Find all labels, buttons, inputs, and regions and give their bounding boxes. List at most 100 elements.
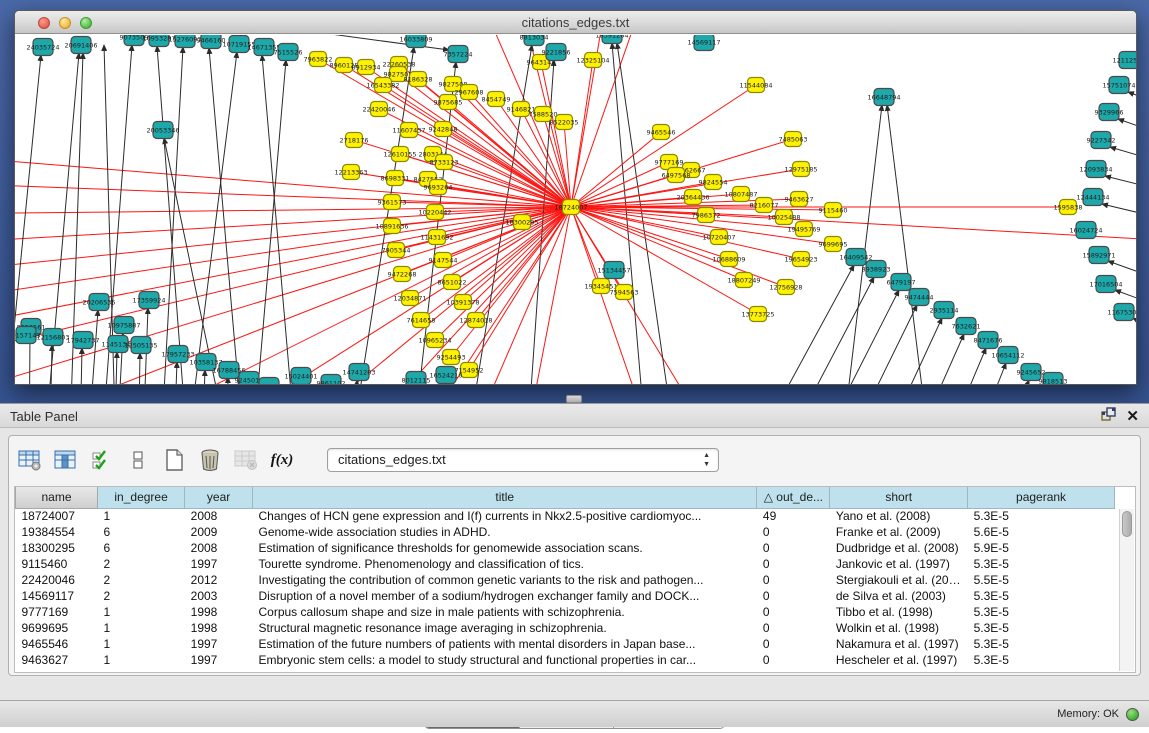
table-cell[interactable]: 5.3E-5 bbox=[968, 604, 1115, 620]
table-cell[interactable]: 0 bbox=[757, 540, 830, 556]
table-cell[interactable]: Tourette syndrome. Phenomenology and cla… bbox=[253, 556, 757, 572]
table-cell[interactable]: Tibbo et al. (1998) bbox=[830, 604, 968, 620]
graph-node[interactable]: 16024724 bbox=[1069, 222, 1102, 239]
table-cell[interactable]: 5.3E-5 bbox=[968, 636, 1115, 652]
table-settings-icon[interactable] bbox=[17, 447, 43, 473]
table-cell[interactable]: 18724007 bbox=[16, 508, 98, 524]
table-cell[interactable]: Dudbridge et al. (2008) bbox=[830, 540, 968, 556]
graph-node[interactable]: 12610155 bbox=[383, 147, 416, 162]
graph-node[interactable]: 10654112 bbox=[991, 347, 1024, 364]
graph-node[interactable]: 16033809 bbox=[399, 35, 432, 48]
table-cell[interactable]: Franke et al. (2009) bbox=[830, 524, 968, 540]
split-divider-handle[interactable] bbox=[566, 395, 582, 403]
citation-edge-black[interactable] bbox=[929, 380, 1029, 385]
table-cell[interactable]: Wolkin et al. (1998) bbox=[830, 620, 968, 636]
table-cell[interactable]: 2012 bbox=[185, 572, 253, 588]
table-row[interactable]: 977716911998Corpus callosum shape and si… bbox=[16, 604, 1115, 620]
graph-node[interactable]: 9472268 bbox=[388, 267, 417, 282]
graph-node[interactable]: 8698331 bbox=[381, 171, 410, 186]
citation-network-graph[interactable]: 7963822896012889129342226053898275058186… bbox=[15, 35, 1137, 385]
table-cell[interactable]: 0 bbox=[757, 588, 830, 604]
citation-edge-black[interactable] bbox=[173, 362, 177, 385]
graph-node[interactable]: 10720407 bbox=[702, 230, 735, 245]
table-cell[interactable]: 5.9E-5 bbox=[968, 540, 1115, 556]
citation-edge-black[interactable] bbox=[296, 384, 300, 385]
graph-node[interactable]: 9227342 bbox=[1087, 132, 1116, 149]
graph-node[interactable]: 13773725 bbox=[741, 307, 774, 322]
network-view-window[interactable]: citations_edges.txt 79638228960128891293… bbox=[14, 10, 1137, 385]
table-row[interactable]: 946554611997Estimation of the future num… bbox=[16, 636, 1115, 652]
table-cell[interactable]: 2008 bbox=[185, 508, 253, 524]
graph-node[interactable]: 12213363 bbox=[334, 165, 367, 180]
citation-edge-red[interactable] bbox=[435, 207, 571, 340]
table-cell[interactable]: Changes of HCN gene expression and I(f) … bbox=[253, 508, 757, 524]
table-cell[interactable]: 5.3E-5 bbox=[968, 652, 1115, 668]
graph-node[interactable]: 9699695 bbox=[819, 237, 848, 252]
graph-node[interactable]: 7905344 bbox=[382, 243, 411, 258]
table-selector-dropdown[interactable]: citations_edges.txt ▲▼ bbox=[327, 448, 719, 472]
table-cell[interactable]: Genome-wide association studies in ADHD. bbox=[253, 524, 757, 540]
graph-node[interactable]: 19495769 bbox=[787, 222, 820, 237]
table-cell[interactable]: Embryonic stem cells: a model to study s… bbox=[253, 652, 757, 668]
graph-node[interactable]: 9474444 bbox=[905, 289, 934, 306]
citation-edge-black[interactable] bbox=[1128, 92, 1137, 104]
graph-node[interactable]: 10965234 bbox=[418, 333, 451, 348]
table-cell[interactable]: Structural magnetic resonance image aver… bbox=[253, 620, 757, 636]
show-columns-icon[interactable] bbox=[53, 447, 79, 473]
table-cell[interactable]: 1 bbox=[98, 636, 185, 652]
graph-node[interactable]: 9824554 bbox=[699, 175, 728, 190]
table-cell[interactable]: 5.3E-5 bbox=[968, 620, 1115, 636]
table-cell[interactable]: 1 bbox=[98, 604, 185, 620]
graph-node[interactable]: 20691406 bbox=[64, 37, 97, 54]
table-cell[interactable]: 9115460 bbox=[16, 556, 98, 572]
graph-node[interactable]: 8471676 bbox=[974, 332, 1003, 349]
table-cell[interactable]: 5.5E-5 bbox=[968, 572, 1115, 588]
table-cell[interactable]: Corpus callosum shape and size in male p… bbox=[253, 604, 757, 620]
graph-node[interactable]: 9254493 bbox=[437, 350, 466, 365]
citation-edge-black[interactable] bbox=[201, 370, 205, 385]
table-cell[interactable]: 1 bbox=[98, 508, 185, 524]
table-cell[interactable]: Stergiakouli et al. (2012) bbox=[830, 572, 968, 588]
citation-edge-black[interactable] bbox=[879, 348, 986, 385]
table-cell[interactable]: 0 bbox=[757, 572, 830, 588]
table-cell[interactable]: Investigating the contribution of common… bbox=[253, 572, 757, 588]
graph-node[interactable]: 18300295 bbox=[505, 215, 538, 230]
table-cell[interactable]: 18300295 bbox=[16, 540, 98, 556]
graph-node[interactable]: 24035724 bbox=[26, 39, 59, 56]
citation-edge-black[interactable] bbox=[262, 55, 309, 385]
close-panel-icon[interactable]: ✕ bbox=[1126, 409, 1139, 425]
citation-edge-black[interactable] bbox=[887, 105, 951, 385]
column-header-pagerank[interactable]: pagerank bbox=[968, 487, 1115, 508]
graph-node[interactable]: 15751074 bbox=[1102, 77, 1135, 94]
new-table-icon[interactable] bbox=[161, 447, 187, 473]
table-cell[interactable]: 2009 bbox=[185, 524, 253, 540]
graph-node[interactable]: 7963822 bbox=[304, 52, 333, 67]
memory-ok-indicator[interactable] bbox=[1126, 708, 1139, 721]
graph-node[interactable]: 9465546 bbox=[647, 125, 676, 140]
table-row[interactable]: 969969511998Structural magnetic resonanc… bbox=[16, 620, 1115, 636]
table-cell[interactable]: 2 bbox=[98, 572, 185, 588]
graph-node[interactable]: 12325104 bbox=[576, 53, 609, 68]
graph-node[interactable]: 7515526 bbox=[274, 44, 303, 61]
table-row[interactable]: 946362711997Embryonic stem cells: a mode… bbox=[16, 652, 1115, 668]
table-cell[interactable]: 0 bbox=[757, 636, 830, 652]
graph-node[interactable]: 15892971 bbox=[1082, 247, 1115, 264]
function-builder-icon[interactable]: f(x) bbox=[269, 447, 295, 473]
column-header-title[interactable]: title bbox=[253, 487, 757, 508]
delete-table-icon[interactable] bbox=[233, 447, 259, 473]
table-cell[interactable]: 9463627 bbox=[16, 652, 98, 668]
table-cell[interactable]: 0 bbox=[757, 556, 830, 572]
graph-node[interactable]: 10025488 bbox=[767, 210, 800, 225]
float-panel-icon[interactable] bbox=[1101, 407, 1116, 427]
graph-node[interactable]: 9466160 bbox=[197, 35, 226, 49]
table-cell[interactable]: 1997 bbox=[185, 636, 253, 652]
graph-node[interactable]: 14741203 bbox=[342, 364, 375, 381]
table-row[interactable]: 1872400712008Changes of HCN gene express… bbox=[16, 508, 1115, 524]
graph-node[interactable]: 12505135 bbox=[124, 337, 157, 354]
graph-node[interactable]: 12093834 bbox=[1079, 161, 1112, 178]
table-cell[interactable]: 0 bbox=[757, 652, 830, 668]
graph-node[interactable]: 8454749 bbox=[482, 92, 511, 107]
table-cell[interactable]: 1 bbox=[98, 652, 185, 668]
table-cell[interactable]: Nakamura et al. (1997) bbox=[830, 636, 968, 652]
graph-node[interactable]: 10220442 bbox=[418, 205, 451, 220]
